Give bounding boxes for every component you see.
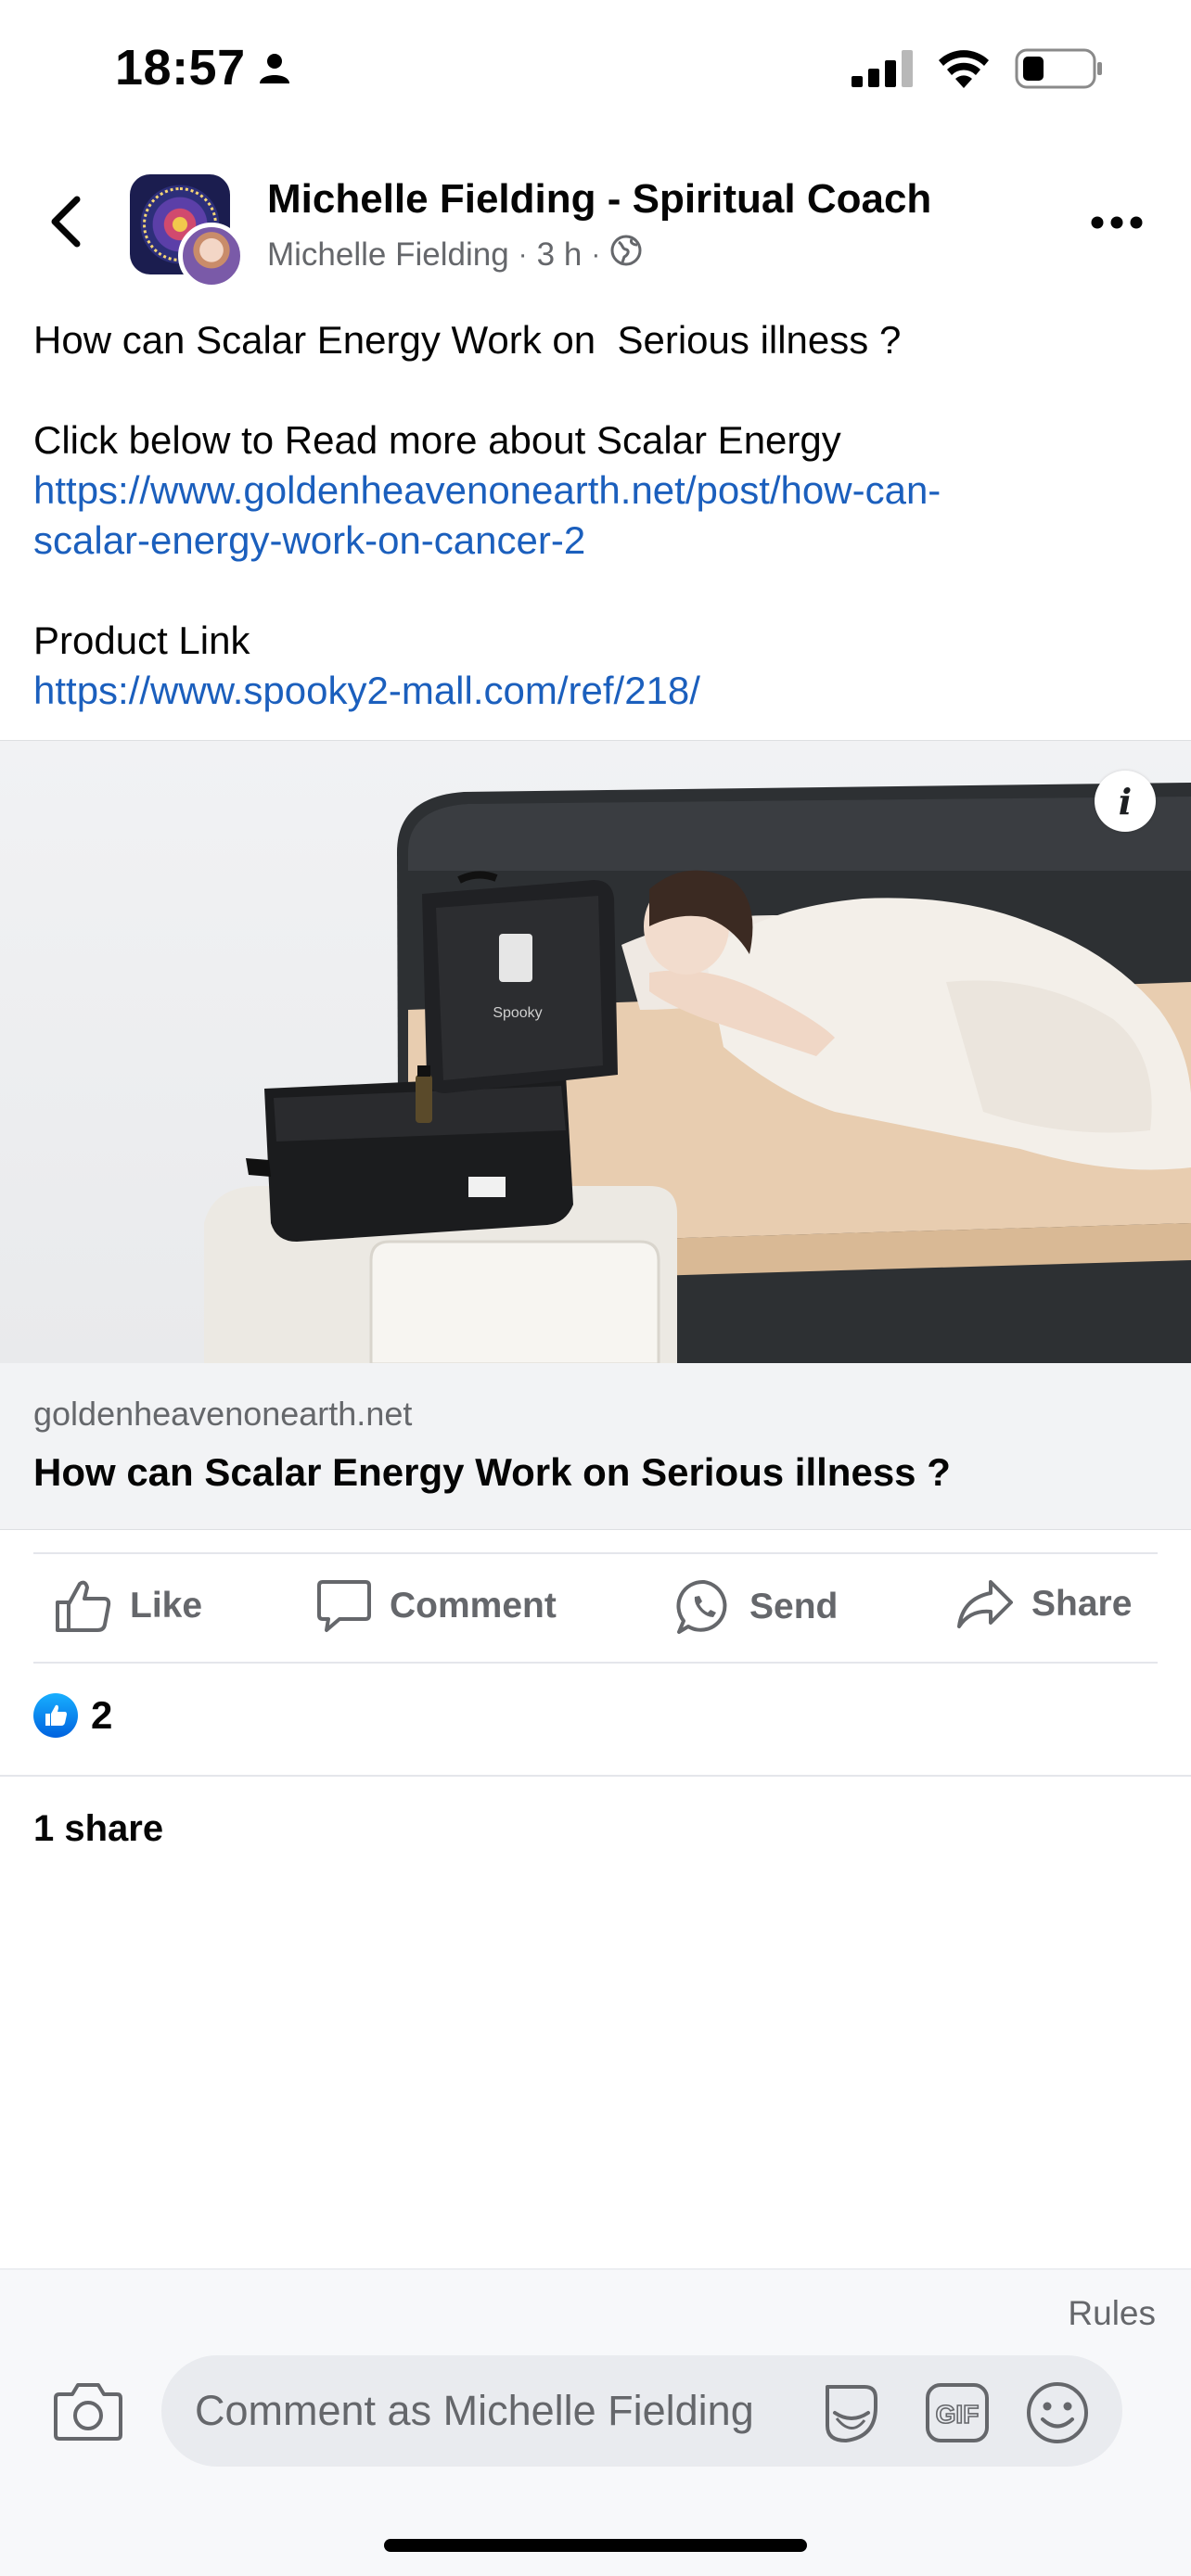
- post-header: Michelle Fielding - Spiritual Coach Mich…: [0, 167, 1191, 289]
- smiley-icon: [1027, 2382, 1088, 2443]
- chevron-left-icon: [51, 196, 81, 248]
- profile-avatar: [178, 223, 245, 289]
- more-dots-icon: [1091, 216, 1143, 229]
- meta-separator: ·: [591, 238, 601, 270]
- gif-icon-label: GIF: [936, 2400, 980, 2429]
- share-button[interactable]: Share: [955, 1578, 1132, 1630]
- link-preview-card[interactable]: Spooky i goldenheavenonearth.net How can…: [0, 740, 1191, 1530]
- status-indicators: [852, 48, 1104, 94]
- status-time: 18:57: [115, 40, 246, 96]
- preview-domain: goldenheavenonearth.net: [33, 1395, 413, 1433]
- post-actions: Like Comment Send Share: [0, 1554, 1191, 1662]
- author-name[interactable]: Michelle Fielding - Spiritual Coach: [267, 176, 931, 223]
- article-link-line[interactable]: scalar-energy-work-on-cancer-2: [33, 518, 585, 562]
- avatar-sticker-icon[interactable]: [818, 2379, 885, 2446]
- product-link[interactable]: https://www.spooky2-mall.com/ref/218/: [33, 666, 1165, 716]
- preview-image[interactable]: Spooky i: [0, 740, 1191, 1363]
- comment-bubble-icon: [317, 1580, 371, 1632]
- camera-button[interactable]: [52, 2378, 124, 2444]
- wifi-icon: [937, 49, 991, 93]
- post-time[interactable]: 3 h: [537, 236, 583, 274]
- shares-count[interactable]: 1 share: [33, 1808, 163, 1850]
- preview-title: How can Scalar Energy Work on Serious il…: [33, 1450, 951, 1494]
- rules-link[interactable]: Rules: [1068, 2294, 1156, 2333]
- preview-illustration: Spooky: [204, 783, 1191, 1363]
- comment-input[interactable]: [195, 2355, 826, 2467]
- battery-icon: [1015, 48, 1104, 94]
- share-arrow-icon: [957, 1580, 1013, 1628]
- post-paragraph: How can Scalar Energy Work on Serious il…: [33, 315, 1165, 365]
- sub-author-name[interactable]: Michelle Fielding: [267, 236, 509, 274]
- reactions-count: 2: [91, 1693, 113, 1737]
- info-button[interactable]: i: [1095, 771, 1156, 832]
- post-line: How can Scalar Energy Work on Serious il…: [33, 318, 902, 362]
- post-meta: Michelle Fielding · 3 h ·: [267, 234, 643, 275]
- more-options-button[interactable]: [1080, 195, 1154, 250]
- post-text: How can Scalar Energy Work on Serious il…: [33, 315, 1165, 716]
- globe-icon: [609, 234, 643, 275]
- article-link-line[interactable]: https://www.goldenheavenonearth.net/post…: [33, 468, 941, 512]
- divider: [0, 1775, 1191, 1777]
- comment-button[interactable]: Comment: [315, 1578, 557, 1634]
- post-paragraph: Click below to Read more about Scalar En…: [33, 415, 1165, 566]
- comment-composer: Rules GIF: [0, 2268, 1191, 2576]
- post-line: Click below to Read more about Scalar En…: [33, 418, 841, 462]
- send-label: Send: [749, 1587, 839, 1626]
- comment-label: Comment: [390, 1586, 557, 1626]
- meta-separator: ·: [518, 238, 528, 270]
- article-link[interactable]: https://www.goldenheavenonearth.net/post…: [33, 465, 1165, 566]
- thumbs-up-icon: [56, 1580, 111, 1632]
- send-button[interactable]: Send: [675, 1578, 838, 1636]
- reactions-summary[interactable]: 2: [33, 1693, 112, 1738]
- whatsapp-icon: [676, 1579, 727, 1634]
- back-button[interactable]: [43, 189, 89, 254]
- cellular-signal-icon: [852, 50, 913, 92]
- preview-footer[interactable]: goldenheavenonearth.net How can Scalar E…: [0, 1363, 1191, 1530]
- gif-button[interactable]: GIF: [924, 2379, 991, 2446]
- divider: [33, 1662, 1158, 1664]
- info-icon: i: [1118, 780, 1133, 823]
- like-label: Like: [130, 1586, 203, 1626]
- person-icon: [258, 52, 291, 90]
- camera-icon: [54, 2383, 122, 2441]
- emoji-button[interactable]: [1024, 2379, 1091, 2446]
- like-button[interactable]: Like: [54, 1578, 202, 1634]
- post-paragraph: Product Link https://www.spooky2-mall.co…: [33, 616, 1165, 716]
- home-indicator[interactable]: [384, 2539, 807, 2552]
- like-reaction-icon: [33, 1693, 78, 1738]
- device-logo-text: Spooky: [493, 1005, 542, 1021]
- status-bar: 18:57: [0, 0, 1191, 139]
- comment-field[interactable]: GIF: [161, 2355, 1122, 2467]
- post-line: Product Link: [33, 618, 250, 662]
- avatar[interactable]: [130, 174, 245, 289]
- share-label: Share: [1031, 1584, 1133, 1624]
